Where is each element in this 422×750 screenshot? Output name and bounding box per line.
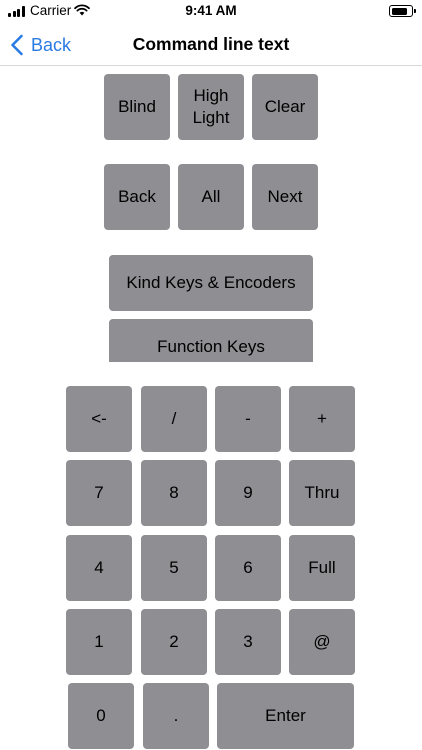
enter-key[interactable]: Enter bbox=[217, 683, 354, 749]
digit-1-key[interactable]: 1 bbox=[66, 609, 132, 675]
status-time: 9:41 AM bbox=[185, 3, 237, 18]
thru-key[interactable]: Thru bbox=[289, 460, 355, 526]
battery-icon bbox=[389, 5, 416, 17]
digit-8-key[interactable]: 8 bbox=[141, 460, 207, 526]
highlight-key[interactable]: High Light bbox=[178, 74, 244, 140]
minus-key[interactable]: - bbox=[215, 386, 281, 452]
digit-7-key[interactable]: 7 bbox=[66, 460, 132, 526]
page-title: Command line text bbox=[132, 34, 290, 54]
full-key[interactable]: Full bbox=[289, 535, 355, 601]
digit-0-key[interactable]: 0 bbox=[68, 683, 134, 749]
next-key[interactable]: Next bbox=[252, 164, 318, 230]
status-bar: Carrier 9:41 AM bbox=[0, 0, 422, 24]
back-key[interactable]: Back bbox=[104, 164, 170, 230]
plus-key[interactable]: + bbox=[289, 386, 355, 452]
digit-3-key[interactable]: 3 bbox=[215, 609, 281, 675]
blind-key[interactable]: Blind bbox=[104, 74, 170, 140]
digit-6-key[interactable]: 6 bbox=[215, 535, 281, 601]
slash-key[interactable]: / bbox=[141, 386, 207, 452]
navigation-bar: Back Command line text bbox=[0, 24, 422, 66]
at-key[interactable]: @ bbox=[289, 609, 355, 675]
digit-2-key[interactable]: 2 bbox=[141, 609, 207, 675]
backspace-key[interactable]: <- bbox=[66, 386, 132, 452]
digit-4-key[interactable]: 4 bbox=[66, 535, 132, 601]
command-keys-scroll-area[interactable]: Blind High Light Clear Back All Next Kin… bbox=[0, 66, 422, 362]
decimal-point-key[interactable]: . bbox=[143, 683, 209, 749]
kind-keys-encoders-button[interactable]: Kind Keys & Encoders bbox=[109, 255, 313, 311]
battery-level-fill bbox=[391, 7, 407, 15]
function-keys-button[interactable]: Function Keys bbox=[109, 319, 313, 362]
digit-5-key[interactable]: 5 bbox=[141, 535, 207, 601]
digit-9-key[interactable]: 9 bbox=[215, 460, 281, 526]
all-key[interactable]: All bbox=[178, 164, 244, 230]
clear-key[interactable]: Clear bbox=[252, 74, 318, 140]
